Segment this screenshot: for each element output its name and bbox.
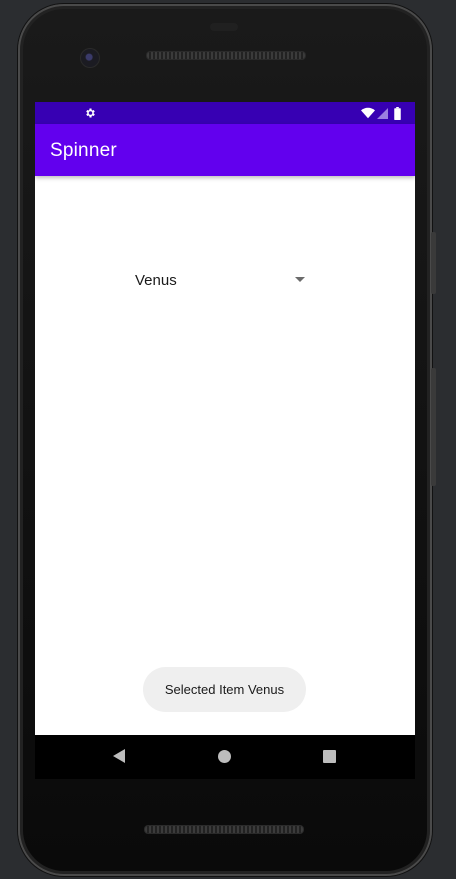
earpiece-slot [210,23,238,31]
power-button [431,232,436,294]
planet-spinner[interactable]: Venus [131,262,311,298]
navigation-bar [35,735,415,779]
battery-icon [394,106,401,120]
back-icon[interactable] [113,749,125,763]
top-speaker [146,51,306,60]
dropdown-arrow-icon [295,277,305,282]
app-bar: Spinner [35,124,415,176]
bottom-speaker [144,825,304,834]
volume-button [431,368,436,486]
toast-text: Selected Item Venus [164,682,285,697]
app-title: Spinner [50,140,117,161]
device-screen: Spinner Venus Selected Item Venus [35,102,415,735]
front-camera [80,48,100,68]
wifi-icon [361,107,375,119]
gear-icon [86,108,95,118]
recents-icon[interactable] [323,750,336,763]
signal-icon [377,107,388,119]
status-bar [35,102,415,124]
home-icon[interactable] [218,750,231,763]
toast-message: Selected Item Venus [143,667,306,712]
spinner-selected-value: Venus [135,272,177,289]
